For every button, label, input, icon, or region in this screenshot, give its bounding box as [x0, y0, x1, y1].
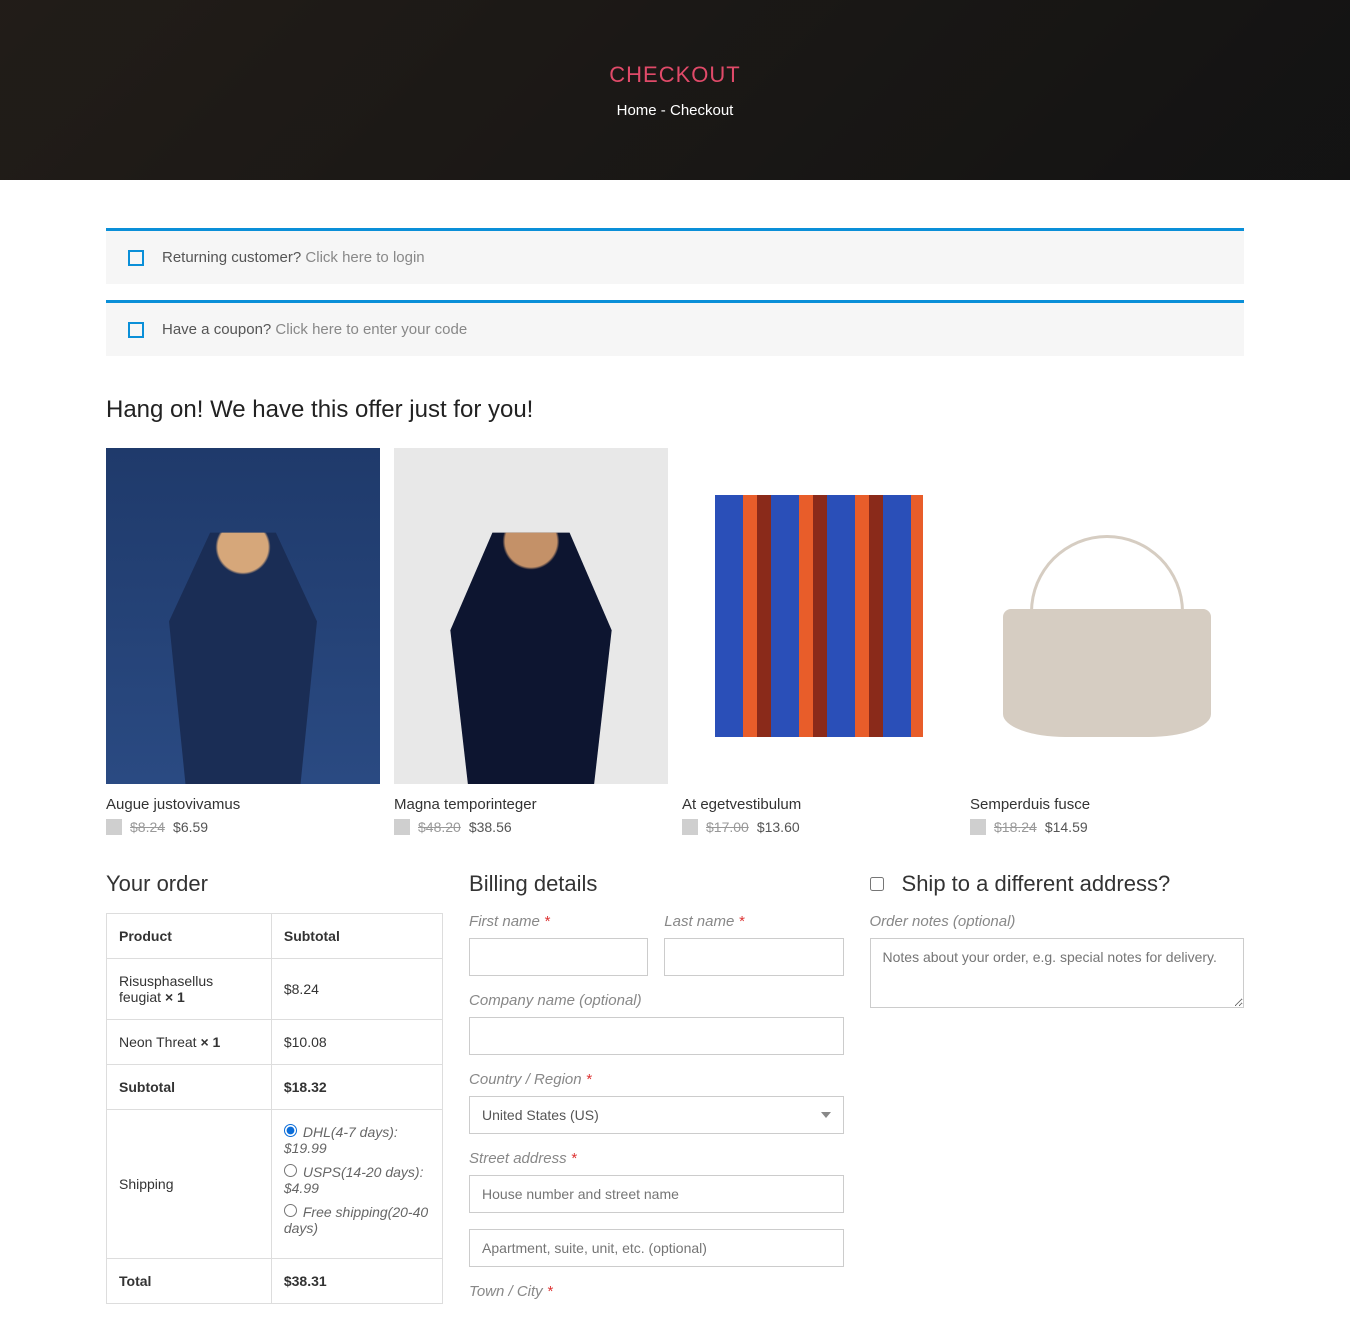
product-image[interactable] [394, 448, 668, 784]
product-grid: Augue justovivamus $8.24 $6.59 Magna tem… [106, 448, 1244, 835]
breadcrumb-sep: - [657, 102, 670, 119]
subtotal-value: $18.32 [284, 1079, 327, 1095]
subtotal-label: Subtotal [107, 1065, 272, 1110]
street1-input[interactable] [469, 1175, 843, 1213]
color-swatch[interactable] [394, 819, 410, 835]
ship-diff-heading: Ship to a different address? [902, 871, 1171, 897]
coupon-notice: Have a coupon? Click here to enter your … [106, 300, 1244, 356]
product-card[interactable]: Augue justovivamus $8.24 $6.59 [106, 448, 380, 835]
shipping-radio[interactable] [284, 1204, 297, 1217]
product-new-price: $14.59 [1045, 819, 1088, 835]
product-title[interactable]: Augue justovivamus [106, 796, 380, 813]
product-new-price: $38.56 [469, 819, 512, 835]
product-old-price: $48.20 [418, 819, 461, 835]
color-swatch[interactable] [106, 819, 122, 835]
breadcrumb-current: Checkout [670, 102, 733, 119]
product-card[interactable]: Semperduis fusce $18.24 $14.59 [970, 448, 1244, 835]
order-notes-textarea[interactable] [870, 938, 1244, 1008]
last-name-input[interactable] [664, 938, 843, 976]
order-item-subtotal: $10.08 [271, 1020, 442, 1065]
shipping-radio[interactable] [284, 1164, 297, 1177]
shipping-option-dhl[interactable]: DHL(4-7 days): $19.99 [284, 1124, 430, 1156]
total-label: Total [107, 1259, 272, 1304]
shipping-option-usps[interactable]: USPS(14-20 days): $4.99 [284, 1164, 430, 1196]
billing-section: Billing details First name * Last name *… [469, 871, 843, 1308]
product-old-price: $18.24 [994, 819, 1037, 835]
town-label: Town / City * [469, 1283, 843, 1300]
product-old-price: $17.00 [706, 819, 749, 835]
country-label: Country / Region * [469, 1071, 843, 1088]
street-label: Street address * [469, 1150, 843, 1167]
order-notes-label: Order notes (optional) [870, 913, 1244, 930]
table-row: Neon Threat × 1 $10.08 [107, 1020, 443, 1065]
product-title[interactable]: Semperduis fusce [970, 796, 1244, 813]
coupon-text: Have a coupon? [162, 321, 275, 338]
order-heading: Your order [106, 871, 443, 897]
shipping-label: Shipping [107, 1110, 272, 1259]
order-th-product: Product [107, 914, 272, 959]
shipping-radio[interactable] [284, 1124, 297, 1137]
offer-heading: Hang on! We have this offer just for you… [106, 396, 1244, 424]
product-title[interactable]: At egetvestibulum [682, 796, 956, 813]
first-name-input[interactable] [469, 938, 648, 976]
window-icon [128, 250, 144, 266]
total-row: Total $38.31 [107, 1259, 443, 1304]
order-item-subtotal: $8.24 [271, 959, 442, 1020]
color-swatch[interactable] [970, 819, 986, 835]
ship-diff-section: Ship to a different address? Order notes… [870, 871, 1244, 1029]
product-image[interactable] [682, 448, 956, 784]
order-item-qty: × 1 [200, 1034, 220, 1050]
hero-banner: CHECKOUT Home - Checkout [0, 0, 1350, 180]
product-image[interactable] [106, 448, 380, 784]
product-card[interactable]: At egetvestibulum $17.00 $13.60 [682, 448, 956, 835]
street2-input[interactable] [469, 1229, 843, 1267]
breadcrumb: Home - Checkout [617, 102, 734, 119]
window-icon [128, 322, 144, 338]
order-item-qty: × 1 [165, 989, 185, 1005]
table-row: Risusphasellus feugiat × 1 $8.24 [107, 959, 443, 1020]
order-item-name: Neon Threat [119, 1034, 200, 1050]
login-link[interactable]: Click here to login [305, 249, 424, 266]
shipping-row: Shipping DHL(4-7 days): $19.99 USPS(14-2… [107, 1110, 443, 1259]
page-title: CHECKOUT [609, 62, 740, 88]
ship-diff-checkbox[interactable] [870, 877, 884, 891]
product-card[interactable]: Magna temporinteger $48.20 $38.56 [394, 448, 668, 835]
order-table: Product Subtotal Risusphasellus feugiat … [106, 913, 443, 1304]
order-section: Your order Product Subtotal Risusphasell… [106, 871, 443, 1304]
total-value: $38.31 [271, 1259, 442, 1304]
company-input[interactable] [469, 1017, 843, 1055]
first-name-label: First name * [469, 913, 648, 930]
last-name-label: Last name * [664, 913, 843, 930]
product-title[interactable]: Magna temporinteger [394, 796, 668, 813]
product-new-price: $6.59 [173, 819, 208, 835]
order-th-subtotal: Subtotal [271, 914, 442, 959]
breadcrumb-home[interactable]: Home [617, 102, 657, 119]
company-label: Company name (optional) [469, 992, 843, 1009]
coupon-link[interactable]: Click here to enter your code [275, 321, 467, 338]
returning-customer-notice: Returning customer? Click here to login [106, 228, 1244, 284]
country-select[interactable]: United States (US) [469, 1096, 843, 1134]
returning-customer-text: Returning customer? [162, 249, 305, 266]
subtotal-row: Subtotal $18.32 [107, 1065, 443, 1110]
product-old-price: $8.24 [130, 819, 165, 835]
color-swatch[interactable] [682, 819, 698, 835]
product-image[interactable] [970, 448, 1244, 784]
billing-heading: Billing details [469, 871, 843, 897]
shipping-option-free[interactable]: Free shipping(20-40 days) [284, 1204, 430, 1236]
product-new-price: $13.60 [757, 819, 800, 835]
